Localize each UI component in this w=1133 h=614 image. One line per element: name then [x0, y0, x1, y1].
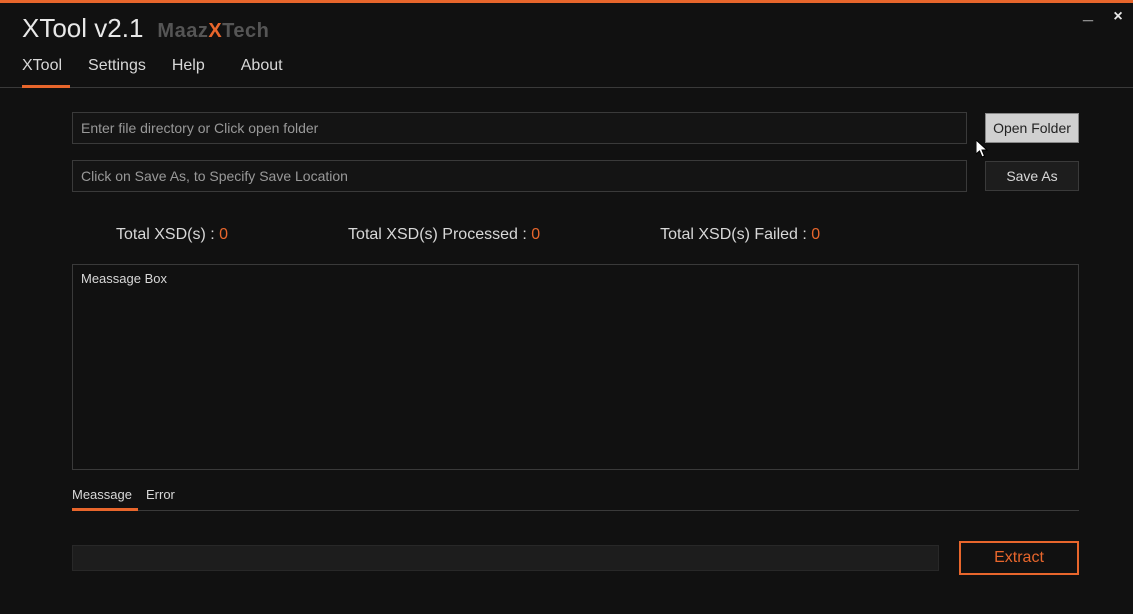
tab-message[interactable]: Meassage: [72, 483, 138, 511]
save-as-button[interactable]: Save As: [985, 161, 1079, 191]
stats-row: Total XSD(s) : 0 Total XSD(s) Processed …: [72, 208, 1079, 264]
directory-input[interactable]: [72, 112, 967, 144]
stat-failed: Total XSD(s) Failed : 0: [660, 226, 820, 244]
brand-x: X: [208, 20, 222, 42]
stat-total: Total XSD(s) : 0: [116, 226, 228, 244]
save-location-input[interactable]: [72, 160, 967, 192]
stat-total-label: Total XSD(s) :: [116, 226, 219, 243]
directory-row: Open Folder: [72, 112, 1079, 144]
menu-bar: XTool Settings Help About: [0, 50, 1133, 88]
minimize-button[interactable]: _: [1079, 4, 1097, 22]
progress-field: [72, 545, 939, 571]
footer-row: Extract: [72, 541, 1079, 575]
menu-help[interactable]: Help: [172, 51, 213, 88]
bottom-tabs: Meassage Error: [72, 482, 1079, 511]
stat-failed-label: Total XSD(s) Failed :: [660, 226, 811, 243]
menu-about[interactable]: About: [241, 51, 291, 88]
window-controls: _ ×: [1079, 8, 1127, 26]
tab-error[interactable]: Error: [146, 483, 181, 511]
menu-settings[interactable]: Settings: [88, 51, 154, 88]
message-box: Meassage Box: [72, 264, 1079, 470]
app-title: XTool v2.1: [22, 13, 143, 44]
save-location-row: Save As: [72, 160, 1079, 192]
stat-processed-label: Total XSD(s) Processed :: [348, 226, 531, 243]
title-bar: XTool v2.1 MaazXTech: [0, 3, 1133, 50]
app-brand: MaazXTech: [157, 20, 269, 43]
brand-prefix: Maaz: [157, 20, 208, 42]
extract-button[interactable]: Extract: [959, 541, 1079, 575]
stat-processed: Total XSD(s) Processed : 0: [348, 226, 540, 244]
close-button[interactable]: ×: [1109, 9, 1127, 25]
open-folder-button[interactable]: Open Folder: [985, 113, 1079, 143]
brand-suffix: Tech: [222, 20, 269, 42]
message-box-text: Meassage Box: [81, 271, 167, 286]
stat-failed-value: 0: [811, 226, 820, 243]
main-content: Open Folder Save As Total XSD(s) : 0 Tot…: [0, 88, 1133, 595]
menu-xtool[interactable]: XTool: [22, 51, 70, 88]
stat-total-value: 0: [219, 226, 228, 243]
stat-processed-value: 0: [531, 226, 540, 243]
